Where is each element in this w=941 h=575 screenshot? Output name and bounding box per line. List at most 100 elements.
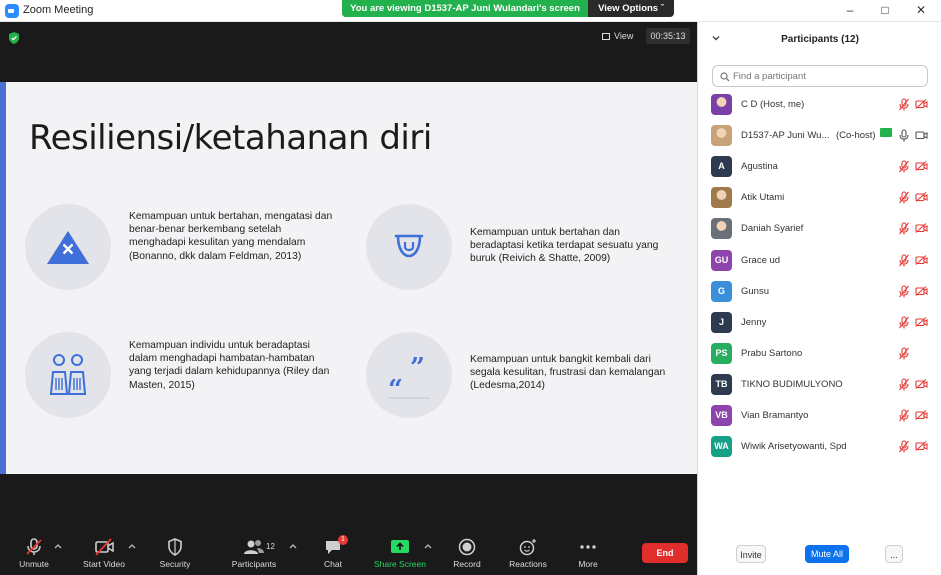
unmute-label: Unmute: [19, 559, 49, 569]
avatar: J: [711, 311, 732, 333]
video-off-icon[interactable]: [915, 254, 928, 265]
participant-row[interactable]: TB TIKNO BUDIMULYONO: [698, 369, 941, 400]
video-off-icon[interactable]: [915, 223, 928, 234]
security-button[interactable]: Security: [155, 538, 195, 572]
slide-accent-bar: [0, 82, 6, 474]
people-figures-icon: [49, 354, 87, 395]
reactions-smiley-icon: [519, 539, 536, 556]
mute-all-button[interactable]: Mute All: [805, 545, 849, 563]
video-off-icon[interactable]: [915, 316, 928, 327]
participant-row[interactable]: A Agustina: [698, 151, 941, 182]
mic-muted-icon[interactable]: [898, 160, 910, 173]
participant-name: Atik Utami: [741, 192, 785, 204]
viewing-status-text: You are viewing D1537-AP Juni Wulandari'…: [342, 0, 588, 17]
view-options-label: View Options: [598, 3, 659, 14]
video-off-icon[interactable]: [915, 441, 928, 452]
avatar: [711, 218, 732, 240]
more-button[interactable]: More: [572, 538, 604, 572]
participant-row[interactable]: PS Prabu Sartono: [698, 338, 941, 369]
video-off-icon[interactable]: [915, 410, 928, 420]
item-icon-circle: [25, 204, 111, 290]
encryption-shield-icon[interactable]: [9, 32, 19, 44]
record-label: Record: [453, 559, 481, 569]
participants-panel: Participants (12) C D (Host, me) D1537-AP…: [697, 22, 941, 575]
mic-icon[interactable]: [898, 129, 910, 142]
record-button[interactable]: Record: [450, 538, 484, 572]
mic-muted-icon[interactable]: [898, 285, 910, 298]
item-icon-circle: ” “: [366, 332, 452, 418]
participant-row[interactable]: WA Wiwik Arisetyowanti, Spd: [698, 431, 941, 462]
video-icon[interactable]: [915, 130, 928, 140]
participant-row[interactable]: Daniah Syarief: [698, 213, 941, 244]
record-icon: [458, 538, 476, 556]
participant-search[interactable]: [712, 65, 928, 87]
participants-label: Participants: [231, 559, 277, 569]
video-off-icon[interactable]: [915, 99, 928, 109]
screen-share-indicator-icon: [880, 128, 892, 138]
item-text: Kemampuan untuk bangkit kembali dari seg…: [470, 354, 666, 392]
view-button[interactable]: View: [598, 28, 637, 44]
video-off-icon[interactable]: [915, 285, 928, 296]
video-off-icon: [95, 538, 114, 556]
chevron-up-icon[interactable]: [128, 542, 136, 550]
search-icon: [720, 72, 730, 82]
mic-muted-icon[interactable]: [898, 98, 910, 111]
participant-name: Jenny: [741, 316, 767, 328]
zoom-app-icon: [5, 4, 19, 18]
warning-triangle-icon: [47, 231, 89, 264]
chevron-up-icon[interactable]: [424, 542, 432, 550]
security-shield-icon: [168, 538, 182, 556]
close-icon[interactable]: ✕: [911, 3, 931, 17]
mic-muted-icon[interactable]: [898, 316, 910, 329]
participant-name: Vian Bramantyo: [741, 410, 809, 421]
mic-muted-icon[interactable]: [898, 222, 910, 235]
mic-muted-icon[interactable]: [898, 347, 910, 360]
participant-row[interactable]: C D (Host, me): [698, 89, 941, 120]
mic-muted-icon[interactable]: [898, 378, 910, 391]
mic-muted-icon[interactable]: [898, 440, 910, 453]
participant-row[interactable]: J Jenny: [698, 307, 941, 338]
avatar: VB: [711, 405, 732, 426]
cohost-label: (Co-host): [836, 130, 876, 142]
participant-name: D1537-AP Juni Wu...: [741, 130, 830, 142]
svg-text:“: “: [388, 375, 403, 405]
quote-icon: ” “: [388, 353, 430, 405]
minimize-icon[interactable]: –: [840, 3, 860, 17]
chat-label: Chat: [324, 559, 342, 569]
start-video-button[interactable]: Start Video: [79, 538, 129, 572]
mic-muted-icon[interactable]: [898, 191, 910, 204]
window-title: Zoom Meeting: [23, 4, 94, 16]
mic-muted-icon[interactable]: [898, 253, 910, 267]
grid-view-icon: [602, 32, 610, 40]
screen-share-banner: You are viewing D1537-AP Juni Wulandari'…: [342, 0, 674, 17]
participant-row[interactable]: G Gunsu: [698, 276, 941, 307]
item-text: Kemampuan untuk bertahan, mengatasi dan …: [129, 211, 333, 262]
security-label: Security: [159, 559, 191, 569]
mic-muted-icon[interactable]: [898, 409, 910, 422]
share-screen-button[interactable]: Share Screen: [370, 538, 430, 572]
participant-row[interactable]: Atik Utami: [698, 182, 941, 213]
video-off-icon[interactable]: [915, 192, 928, 203]
more-options-button[interactable]: ...: [885, 545, 903, 563]
invite-button[interactable]: Invite: [736, 545, 766, 563]
unmute-button[interactable]: Unmute: [14, 538, 54, 572]
svg-text:”: ”: [410, 353, 425, 383]
view-options-button[interactable]: View Options ˇ: [588, 0, 674, 17]
video-off-icon[interactable]: [915, 378, 928, 389]
participants-icon: [244, 540, 264, 554]
participant-row[interactable]: D1537-AP Juni Wu... (Co-host): [698, 120, 941, 151]
participant-row[interactable]: GU Grace ud: [698, 245, 941, 276]
avatar: A: [711, 156, 732, 178]
participant-search-input[interactable]: [733, 69, 923, 84]
participant-row[interactable]: VB Vian Bramantyo: [698, 400, 941, 431]
slide-title: Resiliensi/ketahanan diri: [29, 118, 432, 158]
video-off-icon[interactable]: [915, 161, 928, 172]
chat-unread-badge: 1: [338, 535, 348, 545]
meeting-timer: 00:35:13: [646, 28, 690, 44]
end-meeting-button[interactable]: End: [642, 543, 688, 563]
item-text: Kemampuan untuk bertahan dan beradaptasi…: [470, 227, 659, 265]
maximize-icon[interactable]: □: [875, 3, 895, 17]
chevron-up-icon[interactable]: [289, 542, 297, 550]
chevron-up-icon[interactable]: [54, 542, 62, 550]
reactions-button[interactable]: Reactions: [506, 538, 550, 572]
